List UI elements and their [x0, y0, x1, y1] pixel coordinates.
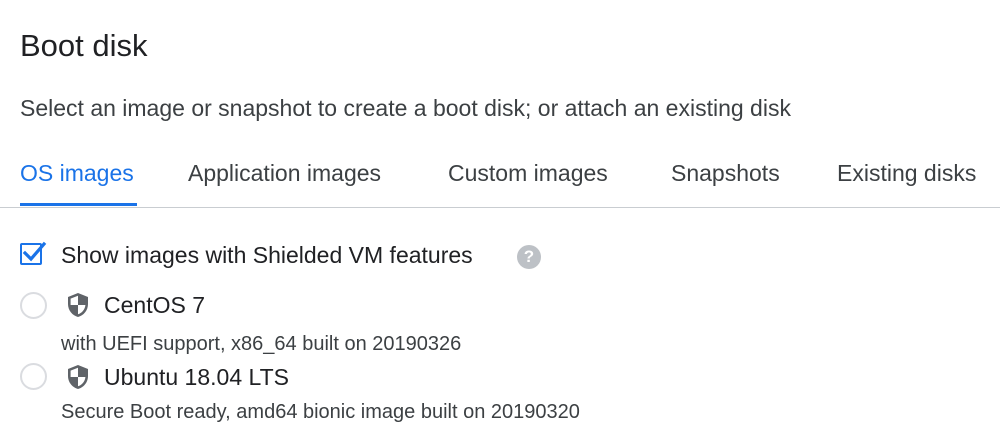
image-description-centos-7: with UEFI support, x86_64 built on 20190…: [61, 333, 462, 355]
tab-application-images[interactable]: Application images: [188, 158, 381, 188]
shield-icon: [68, 293, 88, 317]
active-tab-indicator: [20, 203, 137, 206]
shield-icon: [68, 365, 88, 389]
help-icon[interactable]: ?: [517, 245, 541, 269]
shielded-vm-checkbox[interactable]: [20, 241, 47, 265]
tab-existing-disks[interactable]: Existing disks: [837, 158, 976, 188]
tab-os-images[interactable]: OS images: [20, 158, 134, 188]
image-source-tabs: OS images Application images Custom imag…: [0, 146, 1000, 208]
page-title: Boot disk: [20, 28, 148, 63]
tab-custom-images[interactable]: Custom images: [448, 158, 608, 188]
checkmark-icon: [22, 241, 47, 262]
image-name-centos-7[interactable]: CentOS 7: [104, 290, 205, 320]
radio-centos-7[interactable]: [20, 292, 47, 319]
image-description-ubuntu-18-04-lts: Secure Boot ready, amd64 bionic image bu…: [61, 401, 580, 423]
radio-ubuntu-18-04-lts[interactable]: [20, 363, 47, 390]
image-name-ubuntu-18-04-lts[interactable]: Ubuntu 18.04 LTS: [104, 362, 289, 392]
tab-snapshots[interactable]: Snapshots: [671, 158, 780, 188]
page-subtitle: Select an image or snapshot to create a …: [20, 95, 791, 121]
shielded-vm-label[interactable]: Show images with Shielded VM features: [61, 240, 473, 270]
